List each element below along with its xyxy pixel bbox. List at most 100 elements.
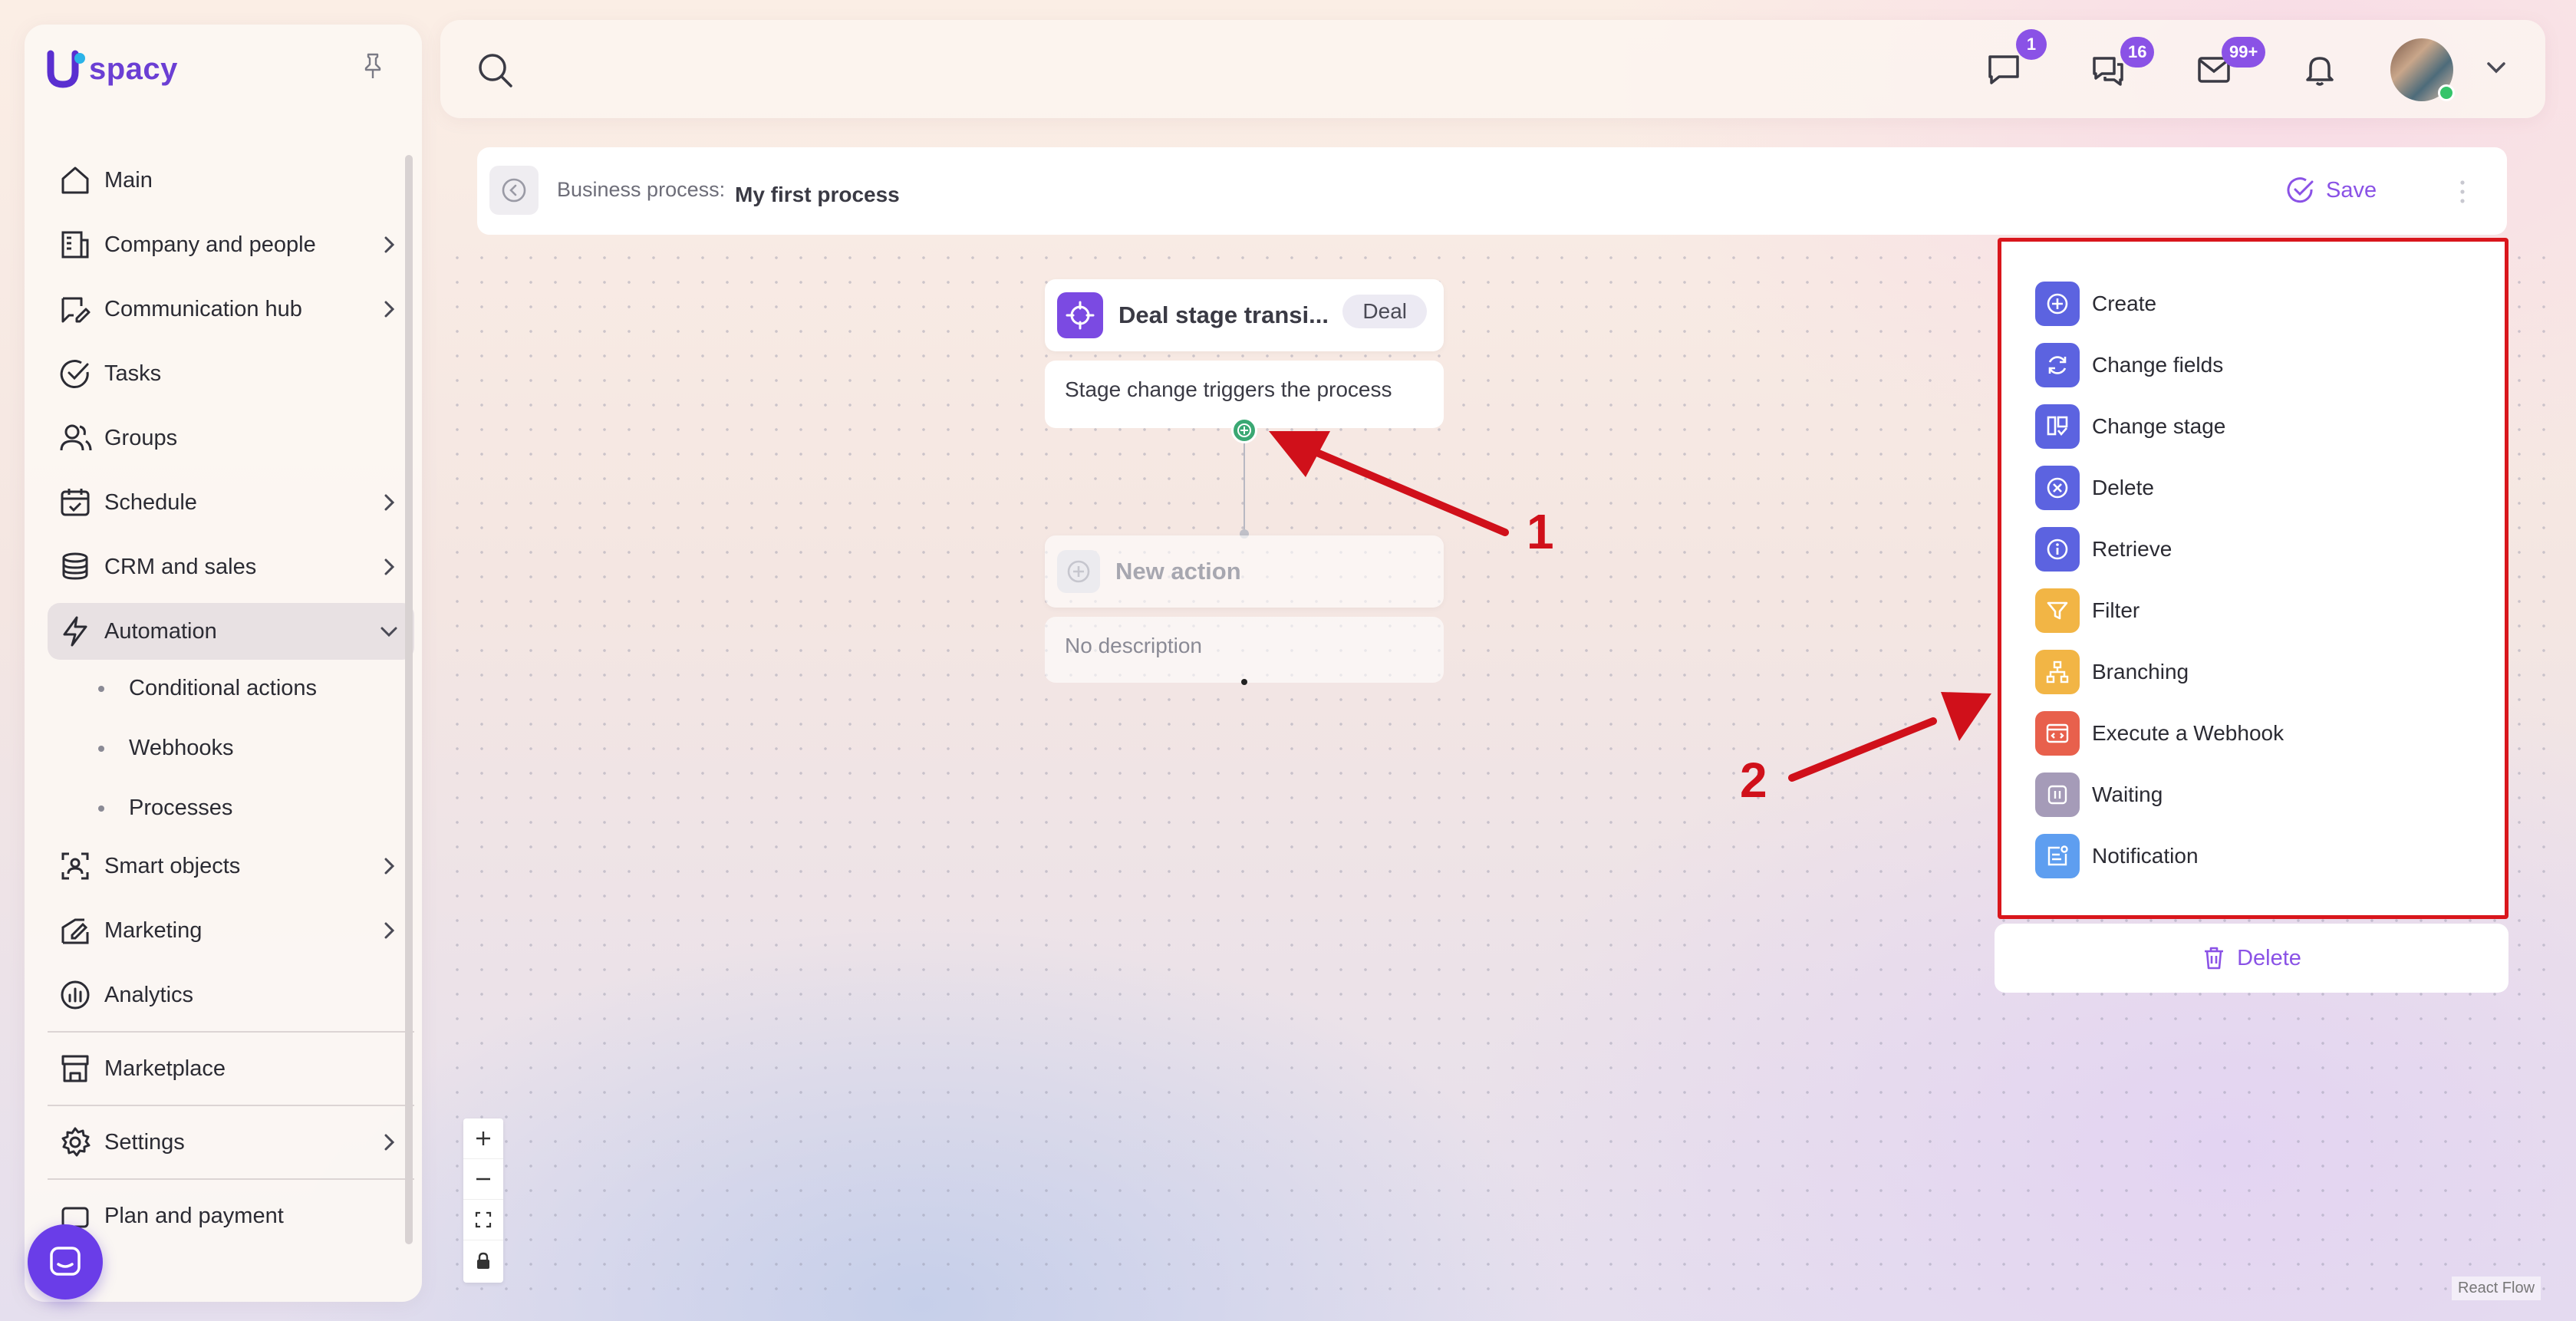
action-change-fields[interactable]: Change fields [2035, 343, 2223, 387]
process-header: Business process: My first process Save [477, 147, 2507, 235]
support-chat-button[interactable] [28, 1224, 103, 1300]
notifications-button[interactable] [2298, 48, 2341, 91]
save-label: Save [2326, 177, 2377, 203]
sidebar-subitem-webhooks[interactable]: Webhooks [48, 718, 414, 778]
action-execute-webhook[interactable]: Execute a Webhook [2035, 711, 2284, 756]
bell-icon [2306, 57, 2334, 86]
chevron-down-icon [380, 627, 397, 637]
new-action-node-body[interactable]: No description [1045, 617, 1444, 683]
chat-edit-icon [55, 289, 95, 329]
fit-view-button[interactable] [463, 1200, 503, 1240]
users-icon [55, 418, 95, 458]
sidebar-item-groups[interactable]: Groups [48, 410, 414, 466]
logo[interactable]: spacy [46, 49, 178, 89]
top-bar: 1 16 99+ [440, 20, 2545, 118]
search-icon[interactable] [474, 49, 516, 91]
sidebar-item-label: Groups [104, 425, 178, 450]
node-output-handle[interactable] [1241, 679, 1247, 685]
chevron-right-icon [384, 558, 395, 575]
delete-label: Delete [2237, 945, 2301, 970]
plus-circle-icon [2035, 282, 2080, 326]
sidebar-item-communication[interactable]: Communication hub [48, 281, 414, 338]
action-label: Change stage [2092, 414, 2226, 438]
sidebar-item-label: Analytics [104, 982, 194, 1007]
kanban-icon [2035, 404, 2080, 449]
action-label: Retrieve [2092, 537, 2172, 561]
sidebar-item-analytics[interactable]: Analytics [48, 967, 414, 1023]
pause-icon [2035, 773, 2080, 817]
chevron-right-icon [384, 494, 395, 511]
sidebar-divider [48, 1178, 414, 1180]
sidebar-subitem-label: Processes [129, 795, 233, 820]
sidebar-item-settings[interactable]: Settings [48, 1114, 414, 1171]
zoom-in-button[interactable] [463, 1118, 503, 1159]
gear-icon [55, 1122, 95, 1162]
webhook-icon [2035, 711, 2080, 756]
sidebar-item-label: Settings [104, 1129, 185, 1155]
sidebar-item-label: Company and people [104, 232, 316, 257]
store-icon [55, 1049, 95, 1089]
action-label: Waiting [2092, 782, 2163, 806]
check-circle-icon [2287, 177, 2314, 203]
sidebar-item-marketplace[interactable]: Marketplace [48, 1040, 414, 1097]
deal-tag: Deal [1342, 295, 1427, 328]
add-step-handle[interactable] [1231, 417, 1257, 443]
sidebar-item-label: Smart objects [104, 853, 241, 878]
action-type-menu: Create Change fields Change stage Delete… [1998, 238, 2508, 919]
process-name[interactable]: My first process [735, 183, 900, 207]
sidebar-item-label: Automation [104, 618, 217, 644]
sidebar-item-tasks[interactable]: Tasks [48, 345, 414, 402]
notification-icon [2035, 834, 2080, 878]
logo-text: spacy [89, 51, 178, 86]
delete-node-button[interactable]: Delete [1995, 924, 2508, 993]
react-flow-attribution[interactable]: React Flow [2452, 1277, 2541, 1300]
chats-badge: 16 [2120, 37, 2155, 68]
lock-button[interactable] [463, 1240, 503, 1281]
analytics-icon [55, 975, 95, 1015]
plus-icon [476, 1132, 490, 1145]
sidebar-item-company[interactable]: Company and people [48, 216, 414, 273]
target-icon [1057, 292, 1103, 338]
sidebar-subitem-processes[interactable]: Processes [48, 778, 414, 838]
trigger-node-header[interactable]: Deal stage transi... Deal [1045, 279, 1444, 351]
action-retrieve[interactable]: Retrieve [2035, 527, 2172, 572]
new-action-node-header[interactable]: New action [1045, 535, 1444, 608]
action-branching[interactable]: Branching [2035, 650, 2189, 694]
sidebar-item-label: Plan and payment [104, 1203, 284, 1228]
coins-icon [55, 547, 95, 587]
sidebar-item-smart-objects[interactable]: Smart objects [48, 838, 414, 894]
action-create[interactable]: Create [2035, 282, 2156, 326]
bullet-dot [98, 805, 104, 812]
action-waiting[interactable]: Waiting [2035, 773, 2163, 817]
chevron-right-icon [384, 922, 395, 939]
minus-icon [476, 1178, 490, 1181]
chevron-down-icon[interactable] [2482, 54, 2510, 81]
marketing-icon [55, 911, 95, 950]
sidebar-item-plan[interactable]: Plan and payment [48, 1188, 414, 1244]
action-notification[interactable]: Notification [2035, 834, 2199, 878]
bullet-dot [98, 686, 104, 692]
action-change-stage[interactable]: Change stage [2035, 404, 2225, 449]
plus-icon [1237, 423, 1251, 437]
action-delete[interactable]: Delete [2035, 466, 2154, 510]
back-button[interactable] [489, 166, 539, 215]
sidebar-menu: Main Company and people Communication hu… [48, 152, 414, 1252]
save-button[interactable]: Save [2286, 173, 2377, 207]
action-label: Change fields [2092, 353, 2224, 377]
sidebar-divider [48, 1105, 414, 1106]
action-label: Notification [2092, 844, 2199, 868]
zoom-controls [463, 1118, 503, 1283]
sidebar-item-main[interactable]: Main [48, 152, 414, 209]
chevron-right-icon [384, 858, 395, 875]
pin-icon[interactable] [356, 49, 390, 83]
sidebar-item-crm[interactable]: CRM and sales [48, 539, 414, 595]
sidebar-item-marketing[interactable]: Marketing [48, 902, 414, 959]
sidebar-subitem-conditional-actions[interactable]: Conditional actions [48, 658, 414, 718]
more-options-icon[interactable] [2455, 175, 2470, 209]
action-filter[interactable]: Filter [2035, 588, 2140, 633]
sidebar-item-schedule[interactable]: Schedule [48, 474, 414, 531]
zoom-out-button[interactable] [463, 1159, 503, 1200]
sidebar-scrollbar[interactable] [405, 155, 413, 1244]
sidebar-item-automation[interactable]: Automation [48, 603, 414, 660]
fit-view-icon [475, 1211, 492, 1228]
